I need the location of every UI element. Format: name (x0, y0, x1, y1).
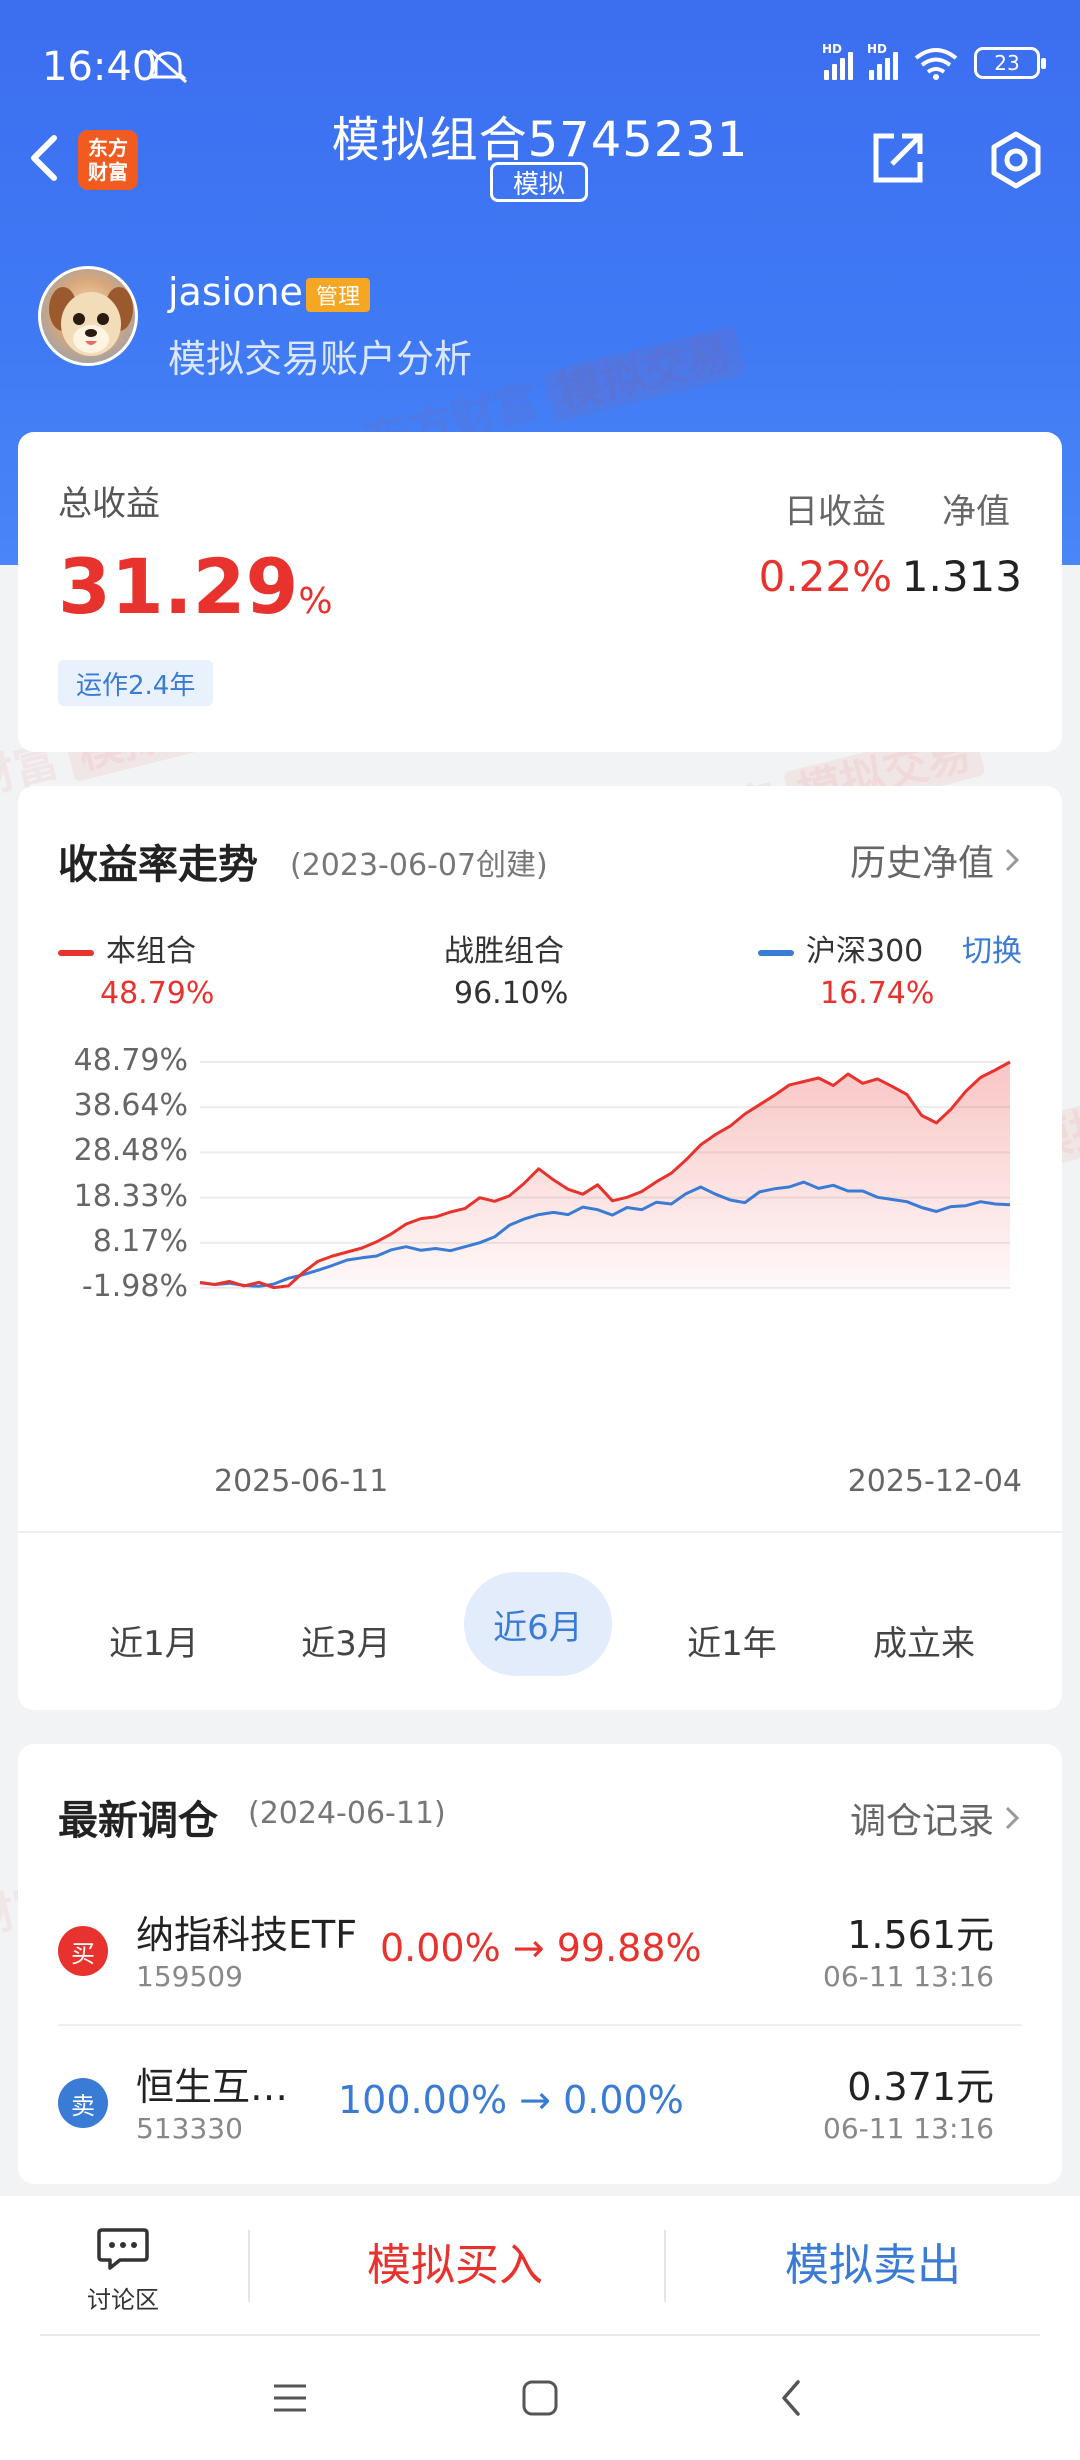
legend-swatch (58, 949, 94, 956)
simulation-badge: 模拟 (490, 162, 588, 202)
x-axis-start-label: 2025-06-11 (214, 1464, 389, 1499)
legend-benchmark-value: 16.74% (820, 976, 935, 1011)
portfolio-area (200, 1062, 1010, 1288)
status-time: 16:40 (42, 44, 158, 90)
summary-card: 总收益 31.29% 运作2.4年 日收益 净值 0.22% 1.313 (18, 432, 1062, 752)
trade-code: 513330 (136, 2112, 243, 2145)
buy-icon: 买 (58, 1926, 108, 1976)
x-axis-end-label: 2025-12-04 (847, 1464, 1022, 1499)
range-tab[interactable]: 近1年 (687, 1616, 777, 1665)
mute-icon (149, 48, 187, 84)
trade-position-change: 100.00% → 0.00% (338, 2078, 684, 2122)
range-tab[interactable]: 成立来 (873, 1616, 975, 1665)
signal-icon: HD (867, 42, 898, 80)
daily-return-value: 0.22% (758, 552, 892, 601)
running-duration-tag: 运作2.4年 (58, 660, 214, 706)
trade-time: 06-11 13:16 (823, 2112, 994, 2145)
rebalance-date: (2024-06-11) (248, 1796, 446, 1831)
gear-icon[interactable] (986, 130, 1046, 190)
trade-position-change: 0.00% → 99.88% (380, 1926, 702, 1970)
history-nav-link[interactable]: 历史净值 (850, 834, 1022, 886)
username: jasione (168, 270, 303, 314)
trade-name: 纳指科技ETF (136, 1913, 358, 1957)
battery-icon: 23 (974, 47, 1046, 79)
range-tab[interactable]: 近6月 (464, 1572, 612, 1676)
share-icon[interactable] (868, 128, 928, 188)
trade-row[interactable]: 卖 恒生互… 513330 100.00% → 0.00% 0.371元 06-… (18, 2026, 1062, 2174)
legend-swatch (758, 949, 794, 956)
chart-title: 收益率走势 (58, 842, 258, 888)
net-value-label: 净值 (942, 492, 1010, 532)
chevron-right-icon (1005, 848, 1020, 872)
simulated-sell-button[interactable]: 模拟卖出 (668, 2226, 1078, 2306)
switch-benchmark-link[interactable]: 切换 (962, 926, 1022, 970)
top-navigation: 东方 财富 模拟组合5745231 模拟 (0, 100, 1080, 220)
divider (18, 1531, 1062, 1533)
bottom-action-bar: 讨论区 模拟买入 模拟卖出 (0, 2196, 1080, 2336)
daily-return-label: 日收益 (784, 492, 886, 532)
net-value: 1.313 (901, 552, 1022, 601)
rebalance-title: 最新调仓 (58, 1798, 218, 1844)
forum-button[interactable]: 讨论区 (68, 2226, 178, 2322)
created-date: (2023-06-07创建) (290, 848, 548, 883)
rebalance-card: 最新调仓 (2024-06-11) 调仓记录 买 纳指科技ETF 159509 … (18, 1744, 1062, 2184)
win-rate-label: 战胜组合 (444, 934, 564, 969)
total-return-label: 总收益 (58, 484, 160, 524)
admin-tag: 管理 (306, 278, 371, 312)
system-navigation-bar (0, 2336, 1080, 2460)
rebalance-history-link[interactable]: 调仓记录 (850, 1792, 1022, 1844)
avatar[interactable] (38, 266, 138, 366)
trade-time: 06-11 13:16 (823, 1960, 994, 1993)
return-chart[interactable] (18, 1032, 1062, 1292)
menu-icon[interactable] (270, 2378, 310, 2418)
wifi-icon (914, 48, 958, 80)
sell-icon: 卖 (58, 2078, 108, 2128)
range-tab[interactable]: 近1月 (109, 1616, 199, 1665)
trade-row[interactable]: 买 纳指科技ETF 159509 0.00% → 99.88% 1.561元 0… (18, 1874, 1062, 2022)
return-trend-card: 收益率走势 (2023-06-07创建) 历史净值 本组合 48.79% 战胜组… (18, 786, 1062, 1710)
total-return-value: 31.29% (58, 542, 333, 631)
profile-subtitle: 模拟交易账户分析 (168, 337, 473, 381)
chevron-right-icon (1005, 1806, 1020, 1830)
trade-price: 1.561元 (847, 1913, 994, 1957)
win-rate-value: 96.10% (454, 976, 569, 1011)
chat-bubble-icon (97, 2228, 149, 2270)
trade-price: 0.371元 (847, 2065, 994, 2109)
home-icon[interactable] (520, 2378, 560, 2418)
legend-portfolio: 本组合 (58, 926, 196, 970)
simulated-buy-button[interactable]: 模拟买入 (250, 2226, 660, 2306)
trade-name: 恒生互… (136, 2065, 289, 2109)
divider (664, 2230, 666, 2302)
back-icon[interactable] (772, 2378, 812, 2418)
signal-icon: HD (822, 42, 853, 80)
legend-portfolio-value: 48.79% (100, 976, 215, 1011)
profile-header: jasione 管理 模拟交易账户分析 (0, 260, 1080, 420)
range-tab[interactable]: 近3月 (301, 1616, 391, 1665)
legend-benchmark[interactable]: 沪深300 (758, 926, 923, 970)
trade-code: 159509 (136, 1960, 243, 1993)
